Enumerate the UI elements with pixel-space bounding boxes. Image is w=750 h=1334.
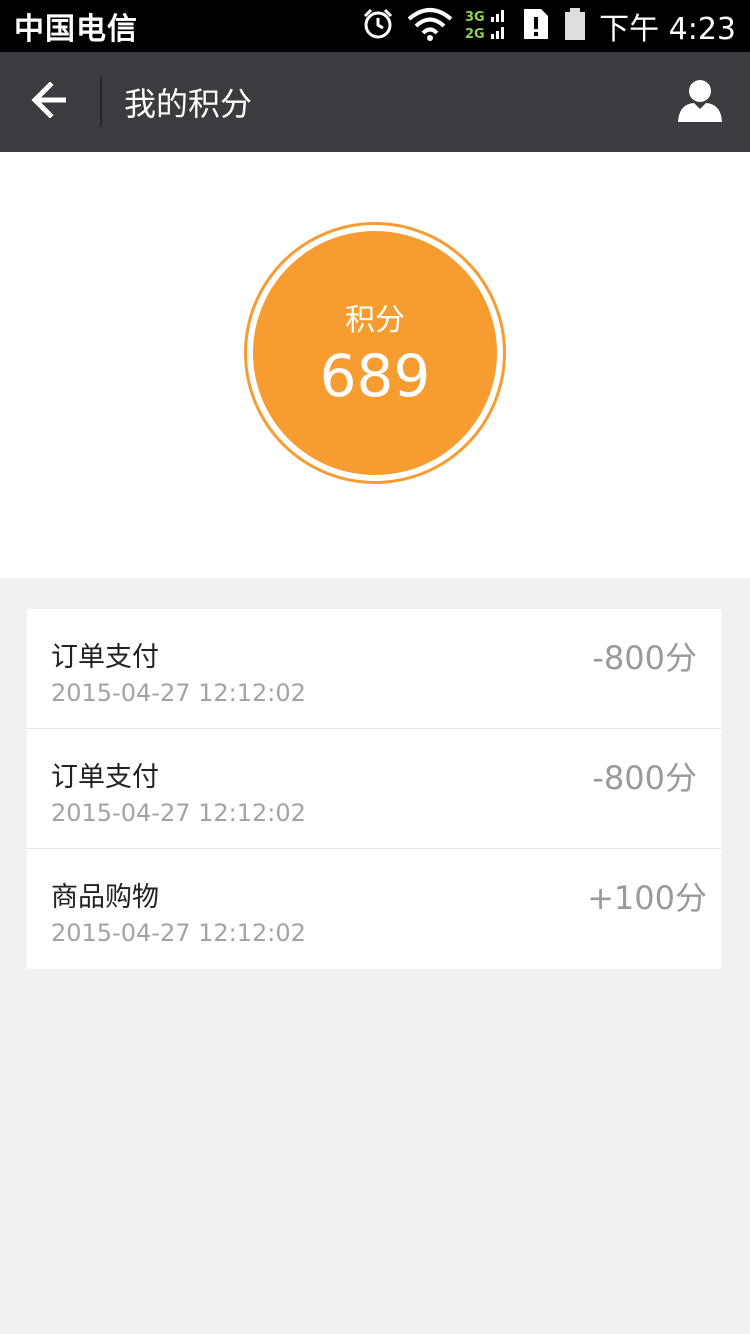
battery-icon	[563, 7, 587, 45]
record-title: 商品购物	[51, 882, 159, 913]
back-button[interactable]	[0, 52, 100, 152]
record-time: 2015-04-27 12:12:02	[51, 679, 306, 707]
alarm-icon	[361, 7, 395, 45]
network-3g-label: 3G	[465, 10, 485, 25]
carrier-name: 中国电信	[14, 12, 138, 47]
record-time: 2015-04-27 12:12:02	[51, 919, 306, 947]
record-amount: +100分	[587, 879, 707, 917]
record-title: 订单支付	[51, 762, 159, 793]
sim-alert-icon	[521, 7, 551, 45]
record-title: 订单支付	[51, 642, 159, 673]
list-item[interactable]: 商品购物 2015-04-27 12:12:02 +100分	[27, 849, 721, 969]
status-time: 下午 4:23	[599, 12, 736, 47]
nav-bar: 我的积分	[0, 52, 750, 152]
network-2g-label: 2G	[465, 27, 485, 41]
points-label: 积分	[345, 303, 405, 338]
list-item[interactable]: 订单支付 2015-04-27 12:12:02 -800分	[27, 729, 721, 849]
points-panel: 积分 689	[0, 152, 750, 578]
wifi-icon	[407, 7, 453, 45]
points-badge: 积分 689	[244, 222, 506, 484]
points-record-list: 订单支付 2015-04-27 12:12:02 -800分 订单支付 2015…	[27, 609, 721, 969]
points-circle: 积分 689	[253, 231, 497, 475]
signal-icon: 3G 2G	[465, 7, 509, 45]
nav-divider	[100, 77, 102, 127]
status-icons: 3G 2G 下午 4:23	[361, 4, 736, 48]
status-bar: 中国电信 3G 2G 下午 4:23	[0, 0, 750, 52]
record-time: 2015-04-27 12:12:02	[51, 799, 306, 827]
user-profile-button[interactable]	[650, 52, 750, 152]
record-amount: -800分	[592, 639, 697, 677]
page-title: 我的积分	[124, 85, 253, 123]
points-value: 689	[319, 342, 431, 410]
record-amount: -800分	[592, 759, 697, 797]
arrow-left-icon	[30, 81, 70, 122]
list-item[interactable]: 订单支付 2015-04-27 12:12:02 -800分	[27, 609, 721, 729]
user-icon	[677, 78, 723, 126]
